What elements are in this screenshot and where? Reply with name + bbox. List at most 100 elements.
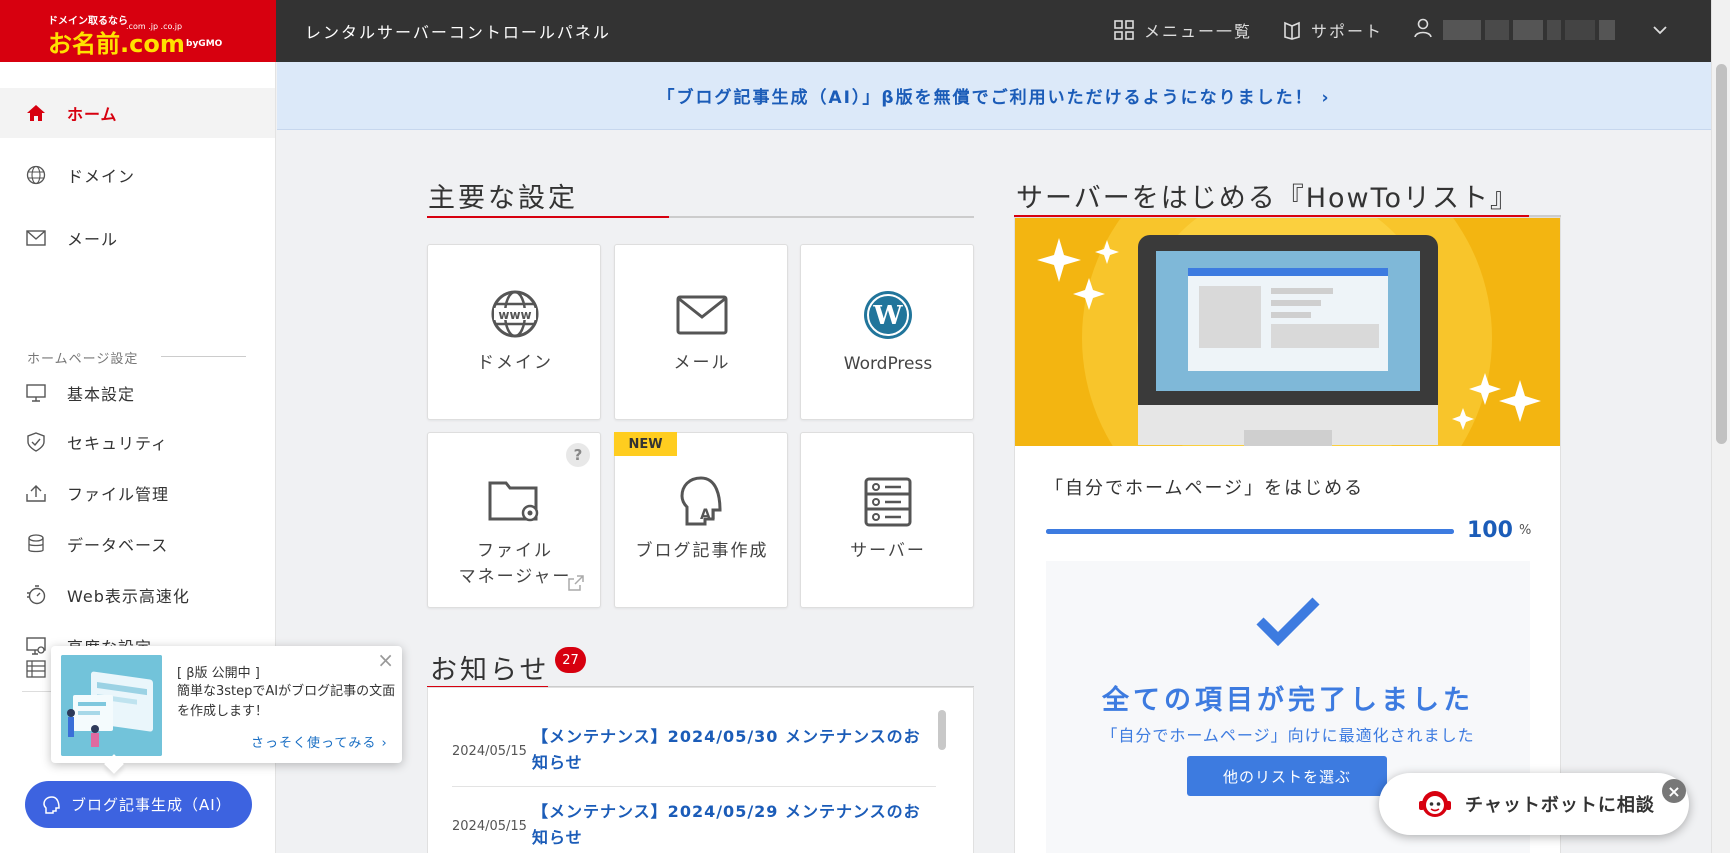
sidebar-item-security[interactable]: セキュリティ <box>0 417 275 467</box>
news-link[interactable]: 【メンテナンス】2024/05/29 メンテナンスのお知らせ <box>532 799 932 851</box>
tile-mail[interactable]: メール <box>614 244 788 420</box>
sidebar-item-label: データベース <box>67 536 169 555</box>
progress-fill <box>1046 529 1454 534</box>
news-date: 2024/05/15 <box>452 744 527 759</box>
main-settings-title: 主要な設定 <box>428 183 578 214</box>
sidebar-item-database[interactable]: データベース <box>0 519 275 569</box>
news-date: 2024/05/15 <box>452 819 527 834</box>
sidebar-item-speed[interactable]: Web表示高速化 <box>0 570 275 620</box>
chatbot-label: チャットボットに相談 <box>1465 795 1655 816</box>
chatbot-button[interactable]: チャットボットに相談 <box>1379 773 1689 835</box>
popup-body: 簡単な3stepでAIがブログ記事の文面を作成します！ <box>177 684 396 719</box>
ai-blog-button-label: ブログ記事生成（AI） <box>71 796 232 814</box>
sidebar-item-basic[interactable]: 基本設定 <box>0 368 275 418</box>
user-name-redacted <box>1443 20 1615 40</box>
chevron-down-icon[interactable] <box>1653 25 1667 35</box>
tile-label: サーバー <box>850 541 926 561</box>
howto-illustration <box>1015 218 1560 446</box>
sidebar-item-label: Web表示高速化 <box>67 587 190 606</box>
howto-title: サーバーをはじめる『HowToリスト』 <box>1016 183 1520 214</box>
menu-list-link[interactable]: メニュー一覧 <box>1114 18 1252 42</box>
onamae-logo[interactable]: ドメイン取るなら お名前.com .com .jp .co.jp byGMO <box>0 0 276 62</box>
close-icon[interactable]: × <box>377 650 394 670</box>
try-now-link[interactable]: さっそく使ってみる › <box>251 732 388 751</box>
close-icon[interactable]: × <box>1662 779 1686 803</box>
shield-icon <box>25 431 47 453</box>
checkmark-icon <box>1256 597 1320 651</box>
news-count-badge: 27 <box>555 647 586 673</box>
grid-icon <box>1114 20 1134 40</box>
server-icon <box>801 477 975 527</box>
ai-head-icon: AI <box>615 475 789 527</box>
tile-label: ファイル <box>477 541 553 561</box>
new-badge: NEW <box>614 432 677 456</box>
scroll-thumb[interactable] <box>1716 64 1727 444</box>
progress-bar <box>1046 529 1454 534</box>
sidebar-item-domain[interactable]: ドメイン <box>0 150 275 200</box>
select-other-list-button[interactable]: 他のリストを選ぶ <box>1187 756 1387 796</box>
progress-unit: % <box>1519 523 1532 538</box>
sidebar-item-label: メール <box>67 230 119 249</box>
sidebar-item-label: ドメイン <box>67 167 136 186</box>
promo-illustration <box>61 655 162 756</box>
home-icon <box>25 102 47 124</box>
tile-label: メール <box>673 353 731 373</box>
news-link[interactable]: 【メンテナンス】2024/05/30 メンテナンスのお知らせ <box>532 724 932 776</box>
tile-wordpress[interactable]: W WordPress <box>800 244 974 420</box>
news-panel: 2024/05/15 【メンテナンス】2024/05/30 メンテナンスのお知ら… <box>427 687 974 853</box>
upload-icon <box>25 482 47 504</box>
www-globe-icon: www <box>428 289 602 339</box>
popup-title: [ β版 公開中 ] <box>177 666 260 681</box>
ai-promo-popup: [ β版 公開中 ] 簡単な3stepでAIがブログ記事の文面を作成します！ さ… <box>51 646 402 763</box>
sidebar-item-label: ホーム <box>67 105 118 124</box>
svg-text:W: W <box>872 301 903 331</box>
sidebar-item-label: セキュリティ <box>67 434 169 453</box>
support-label: サポート <box>1311 22 1384 41</box>
section-underline <box>427 216 974 218</box>
logo-gmo: byGMO <box>186 39 223 49</box>
section-divider <box>161 356 246 357</box>
banner-text: 「ブログ記事生成（AI）」β版を無償でご利用いただけるようになりました！ › <box>657 88 1331 108</box>
mail-icon <box>25 227 47 249</box>
news-divider <box>452 786 936 787</box>
support-link[interactable]: サポート <box>1283 18 1383 42</box>
tile-domain[interactable]: www ドメイン <box>427 244 601 420</box>
sidebar-item-home[interactable]: ホーム <box>0 88 275 138</box>
howto-subtitle: 「自分でホームページ」をはじめる <box>1045 478 1365 499</box>
sidebar-section-homepage: ホームページ設定 <box>27 352 139 367</box>
external-link-icon <box>568 575 584 595</box>
database-icon <box>25 533 47 555</box>
user-menu[interactable] <box>1414 18 1432 38</box>
mail-icon <box>615 295 789 335</box>
book-icon <box>1284 21 1300 40</box>
sidebar-item-mail[interactable]: メール <box>0 213 275 263</box>
app-title: レンタルサーバーコントロールパネル <box>305 23 611 42</box>
top-bar: ドメイン取るなら お名前.com .com .jp .co.jp byGMO レ… <box>0 0 1730 62</box>
tile-server[interactable]: サーバー <box>800 432 974 608</box>
www-globe-icon <box>25 164 47 186</box>
svg-text:AI: AI <box>700 507 716 523</box>
announcement-banner[interactable]: 「ブログ記事生成（AI）」β版を無償でご利用いただけるようになりました！ › <box>277 62 1711 130</box>
logo-domains: .com .jp .co.jp <box>126 22 183 31</box>
tile-label: ブログ記事作成 <box>635 541 769 561</box>
completion-note: 「自分でホームページ」向けに最適化されました <box>1101 726 1475 745</box>
tile-blog[interactable]: NEW AI ブログ記事作成 <box>614 432 788 608</box>
list-icon[interactable] <box>26 660 46 682</box>
sidebar-item-file[interactable]: ファイル管理 <box>0 468 275 518</box>
news-scrollbar[interactable] <box>938 710 946 750</box>
progress-value: 100 <box>1467 518 1513 543</box>
monitor-gear-icon <box>25 635 47 657</box>
tile-label: ドメイン <box>477 353 553 373</box>
tile-label: WordPress <box>843 354 933 374</box>
page-scrollbar[interactable] <box>1711 0 1730 853</box>
help-icon[interactable]: ? <box>566 443 590 467</box>
sidebar-item-label: ファイル管理 <box>67 485 170 504</box>
ai-blog-button[interactable]: ブログ記事生成（AI） <box>25 781 252 828</box>
menu-list-label: メニュー一覧 <box>1144 22 1253 41</box>
completion-title: 全ての項目が完了しました <box>1102 685 1474 716</box>
chatbot-avatar-icon <box>1419 791 1451 817</box>
svg-text:www: www <box>498 308 531 322</box>
sidebar-item-label: 基本設定 <box>67 385 136 404</box>
tile-file-manager[interactable]: ? ファイル マネージャー <box>427 432 601 608</box>
monitor-icon <box>25 382 47 404</box>
